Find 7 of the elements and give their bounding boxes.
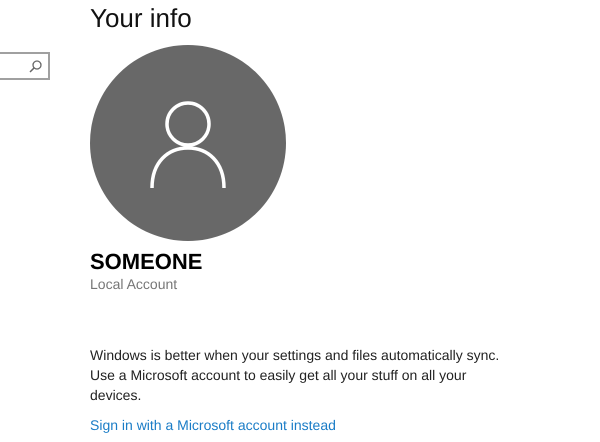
sign-in-link[interactable]: Sign in with a Microsoft account instead bbox=[90, 415, 336, 436]
account-type: Local Account bbox=[90, 275, 178, 293]
account-name: SOMEONE bbox=[90, 249, 202, 275]
page-title: Your info bbox=[90, 3, 192, 33]
search-field[interactable] bbox=[0, 52, 50, 80]
search-icon bbox=[29, 60, 42, 72]
sync-message: Windows is better when your settings and files automatically sync. Use a Microsoft account to easily get all your stuff on all your devices. bbox=[90, 346, 500, 405]
